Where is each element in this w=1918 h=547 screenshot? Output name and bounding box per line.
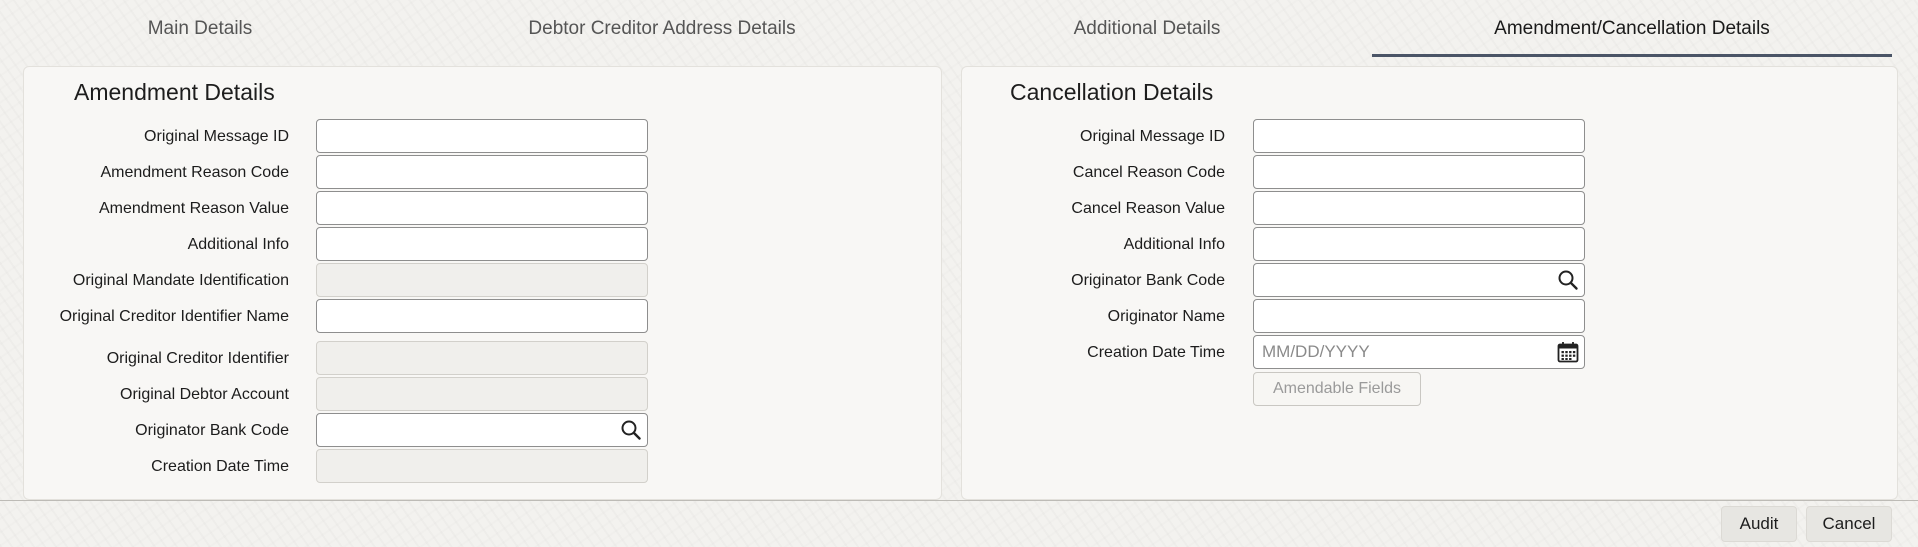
amendment-details-title: Amendment Details [74,79,275,105]
amendment-reason-value-field[interactable] [316,191,648,225]
search-icon[interactable] [1554,266,1582,294]
cancel-originator-name-input[interactable] [1254,300,1584,332]
original-mandate-identification-label: Original Mandate Identification [72,272,289,289]
original-creditor-identifier-field [316,341,648,375]
cancel-additional-info-label: Additional Info [1123,236,1225,253]
amendment-original-message-id-field[interactable] [316,119,648,153]
original-mandate-identification-input [317,264,647,296]
amendment-reason-code-label: Amendment Reason Code [100,164,289,181]
cancel-originator-name-field[interactable] [1253,299,1585,333]
cancel-originator-name-label: Originator Name [1107,308,1225,325]
amendment-details-panel: Amendment Details Original Message ID Am… [23,66,942,500]
cancellation-details-panel: Cancellation Details Original Message ID… [961,66,1898,500]
amendment-creation-date-time-input [317,450,647,482]
amendment-originator-bank-code-label: Originator Bank Code [135,422,289,439]
tab-additional-details[interactable]: Additional Details [887,0,1407,58]
tab-amendment-cancellation-details[interactable]: Amendment/Cancellation Details [1372,0,1892,58]
cancel-originator-bank-code-field[interactable] [1253,263,1585,297]
original-debtor-account-label: Original Debtor Account [120,386,289,403]
cancel-reason-code-field[interactable] [1253,155,1585,189]
cancel-creation-date-time-input[interactable] [1254,336,1584,368]
cancel-reason-value-field[interactable] [1253,191,1585,225]
cancel-reason-code-input[interactable] [1254,156,1584,188]
original-creditor-identifier-name-input[interactable] [317,300,647,332]
cancel-button[interactable]: Cancel [1806,506,1892,542]
amendment-reason-code-input[interactable] [317,156,647,188]
amendment-originator-bank-code-input[interactable] [317,414,647,446]
amendment-creation-date-time-field [316,449,648,483]
original-creditor-identifier-name-label: Original Creditor Identifier Name [59,308,289,325]
amendment-original-message-id-input[interactable] [317,120,647,152]
original-debtor-account-input [317,378,647,410]
amendment-original-message-id-label: Original Message ID [144,128,289,145]
cancel-reason-value-input[interactable] [1254,192,1584,224]
cancel-creation-date-time-field[interactable] [1253,335,1585,369]
cancel-reason-value-label: Cancel Reason Value [1071,200,1225,217]
audit-button[interactable]: Audit [1721,506,1797,542]
original-creditor-identifier-input [317,342,647,374]
tab-bar: Main Details Debtor Creditor Address Det… [0,0,1918,58]
search-icon[interactable] [617,416,645,444]
cancel-additional-info-input[interactable] [1254,228,1584,260]
footer-divider [0,500,1918,501]
cancellation-details-title: Cancellation Details [1010,79,1214,105]
tab-debtor-creditor-address-details[interactable]: Debtor Creditor Address Details [402,0,922,58]
original-creditor-identifier-label: Original Creditor Identifier [106,350,289,367]
original-mandate-identification-field [316,263,648,297]
amendment-originator-bank-code-field[interactable] [316,413,648,447]
amendment-additional-info-label: Additional Info [187,236,289,253]
calendar-icon[interactable] [1554,338,1582,366]
original-creditor-identifier-name-field[interactable] [316,299,648,333]
cancel-original-message-id-input[interactable] [1254,120,1584,152]
original-debtor-account-field [316,377,648,411]
tab-main-details[interactable]: Main Details [0,0,460,58]
amendment-additional-info-field[interactable] [316,227,648,261]
amendment-reason-code-field[interactable] [316,155,648,189]
amendment-creation-date-time-label: Creation Date Time [151,458,289,475]
cancel-reason-code-label: Cancel Reason Code [1072,164,1225,181]
cancel-original-message-id-label: Original Message ID [1080,128,1225,145]
amendable-fields-button[interactable]: Amendable Fields [1253,372,1421,406]
cancel-originator-bank-code-input[interactable] [1254,264,1584,296]
amendment-additional-info-input[interactable] [317,228,647,260]
amendment-reason-value-label: Amendment Reason Value [98,200,289,217]
cancel-additional-info-field[interactable] [1253,227,1585,261]
cancel-original-message-id-field[interactable] [1253,119,1585,153]
amendment-reason-value-input[interactable] [317,192,647,224]
cancel-originator-bank-code-label: Originator Bank Code [1071,272,1225,289]
cancel-creation-date-time-label: Creation Date Time [1087,344,1225,361]
